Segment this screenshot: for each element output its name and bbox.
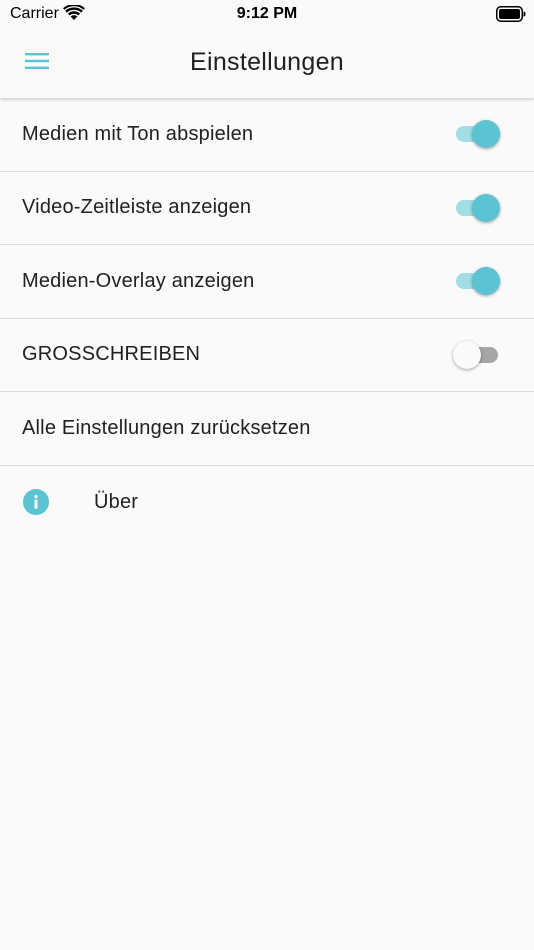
- battery-icon: [496, 6, 526, 27]
- toggle-thumb: [472, 120, 500, 149]
- app-bar: Einstellungen: [0, 28, 534, 98]
- toggle-thumb: [453, 340, 481, 369]
- show-media-overlay-toggle[interactable]: [454, 266, 500, 296]
- toggle-thumb: [472, 267, 500, 296]
- page-title: Einstellungen: [189, 48, 344, 76]
- settings-list: Medien mit Ton abspielen Video-Zeitleist…: [0, 98, 534, 539]
- status-time: 9:12 PM: [236, 5, 298, 22]
- play-with-sound-toggle[interactable]: [454, 119, 500, 149]
- setting-label: GROSSCHREIBEN: [22, 343, 201, 366]
- setting-row-show-media-overlay[interactable]: Medien-Overlay anzeigen: [0, 245, 534, 319]
- setting-row-show-video-timeline[interactable]: Video-Zeitleiste anzeigen: [0, 172, 534, 245]
- toggle-thumb: [472, 193, 500, 222]
- setting-label: Medien mit Ton abspielen: [22, 122, 254, 145]
- reset-settings-label: Alle Einstellungen zurücksetzen: [22, 416, 311, 439]
- show-video-timeline-toggle[interactable]: [454, 193, 500, 223]
- setting-label: Medien-Overlay anzeigen: [22, 269, 255, 292]
- setting-row-play-with-sound[interactable]: Medien mit Ton abspielen: [0, 98, 534, 172]
- status-bar: Carrier 9:12 PM: [0, 0, 534, 28]
- uppercase-toggle[interactable]: [453, 340, 500, 370]
- reset-settings-button[interactable]: Alle Einstellungen zurücksetzen: [0, 392, 534, 466]
- setting-row-uppercase[interactable]: GROSSCHREIBEN: [0, 319, 534, 392]
- setting-label: Video-Zeitleiste anzeigen: [22, 196, 252, 219]
- about-button[interactable]: Über: [0, 466, 534, 539]
- info-icon: [23, 489, 49, 515]
- about-label: Über: [94, 490, 139, 513]
